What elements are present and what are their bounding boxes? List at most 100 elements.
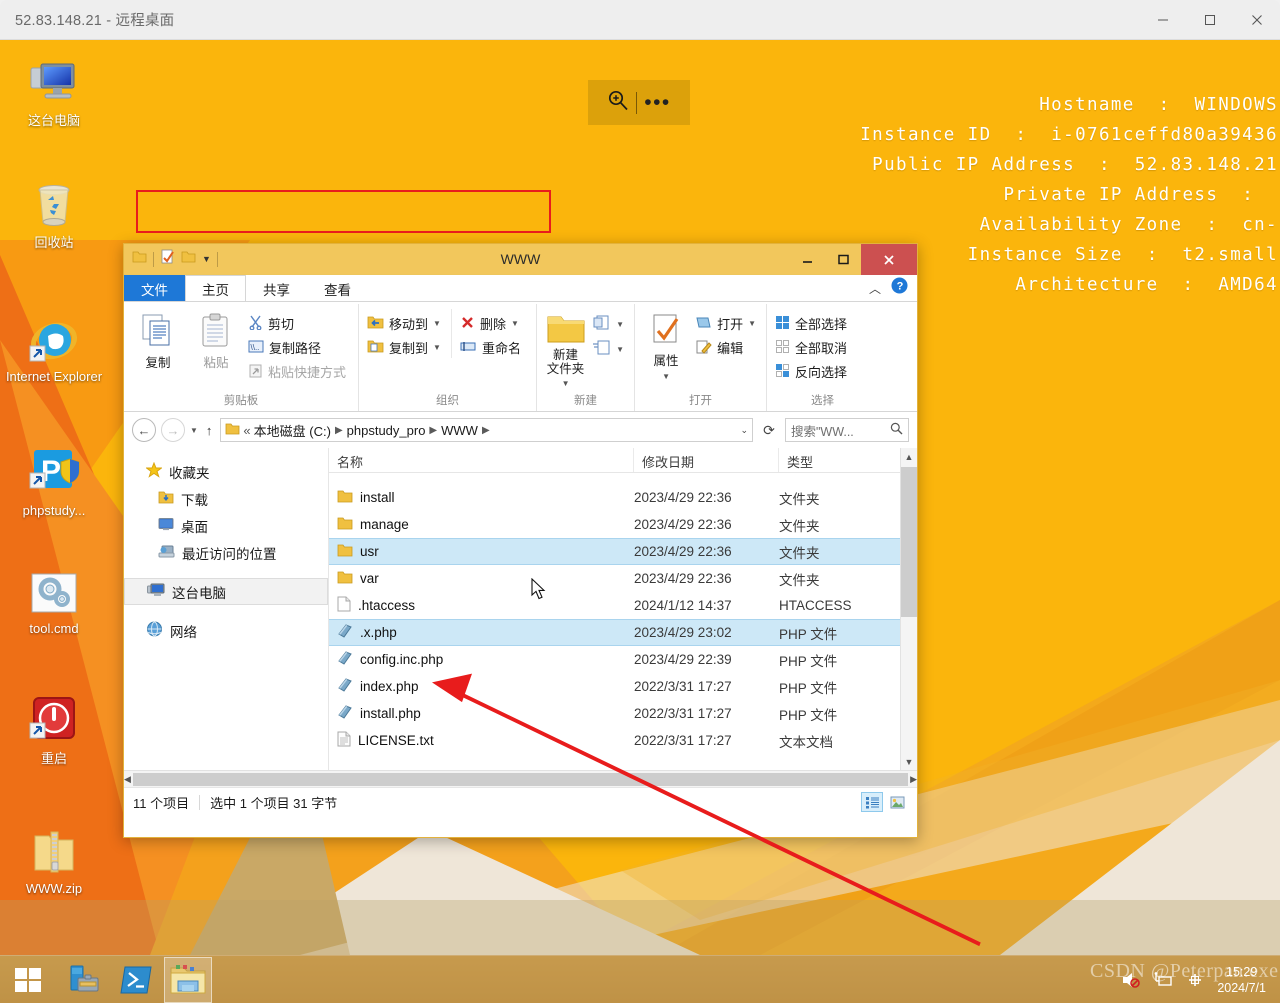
ribbon-new-folder-button[interactable]: 新建 文件夹 ▼ <box>543 309 588 388</box>
ribbon-properties-button[interactable]: 属性 ▼ <box>641 309 691 381</box>
taskbar-clock[interactable]: 15:29 2024/7/1 <box>1217 964 1270 996</box>
desktop-icon-tool-cmd[interactable]: tool.cmd <box>0 558 108 637</box>
ribbon-select-all-button[interactable]: 全部选择 <box>773 313 851 334</box>
sidebar-item-downloads[interactable]: 下载 <box>124 485 328 512</box>
ribbon-new-item-button[interactable]: ▼ <box>590 313 628 335</box>
scroll-up-arrow-icon[interactable]: ▲ <box>901 448 917 465</box>
chevron-down-icon[interactable]: ⌄ <box>740 425 748 436</box>
tab-share[interactable]: 共享 <box>246 275 307 301</box>
ime-icon[interactable] <box>1185 971 1205 989</box>
chevron-up-icon[interactable]: ︿ <box>869 280 881 297</box>
help-icon[interactable]: ? <box>891 277 908 299</box>
sidebar-item-desktop[interactable]: 桌面 <box>124 512 328 539</box>
address-overflow[interactable]: « <box>243 423 250 438</box>
address-bar-row[interactable]: ← → ▼ ↑ « 本地磁盘 (C:) ▶ phpstudy_pro ▶ WWW… <box>124 412 917 448</box>
chevron-down-icon[interactable]: ▼ <box>748 319 756 328</box>
ribbon-open-button[interactable]: 打开 ▼ <box>693 313 760 334</box>
address-dropdown[interactable]: ⌄ <box>740 425 748 436</box>
recent-locations-chevron-down-icon[interactable]: ▼ <box>190 426 198 435</box>
refresh-icon[interactable]: ⟳ <box>758 422 780 439</box>
new-properties-icon[interactable] <box>160 249 175 269</box>
vertical-scrollbar[interactable]: ▲ ▼ <box>900 448 917 770</box>
scroll-down-arrow-icon[interactable]: ▼ <box>901 753 917 770</box>
ribbon-rename-button[interactable]: 重命名 <box>458 337 525 358</box>
forward-arrow-icon[interactable]: → <box>161 418 185 442</box>
file-list-header[interactable]: 名称 修改日期 类型 <box>329 448 917 473</box>
table-row[interactable]: config.inc.php 2023/4/29 22:39 PHP 文件 <box>329 646 917 673</box>
search-input[interactable]: 搜索"WW... <box>785 418 909 442</box>
rdp-close-button[interactable] <box>1233 0 1280 40</box>
quick-access-toolbar[interactable]: ▼ <box>124 249 218 269</box>
breadcrumb-phpstudy-pro[interactable]: phpstudy_pro <box>347 423 426 438</box>
scrollbar-thumb[interactable] <box>901 467 917 617</box>
table-row[interactable]: usr 2023/4/29 22:36 文件夹 <box>329 538 917 565</box>
sidebar-item-this-pc[interactable]: 这台电脑 <box>124 578 328 605</box>
chevron-down-icon[interactable]: ▼ <box>562 379 570 388</box>
table-row[interactable]: var 2023/4/29 22:36 文件夹 <box>329 565 917 592</box>
breadcrumb-separator[interactable]: ▶ <box>334 425 344 436</box>
table-row[interactable]: install.php 2022/3/31 17:27 PHP 文件 <box>329 700 917 727</box>
desktop-icon-www-zip[interactable]: WWW.zip <box>0 818 108 897</box>
more-options-icon[interactable]: ••• <box>644 92 671 113</box>
chevron-down-icon[interactable]: ▼ <box>511 319 519 328</box>
taskbar-item-powershell[interactable] <box>112 957 160 1003</box>
ribbon-edit-button[interactable]: 编辑 <box>693 337 760 358</box>
ribbon-paste-shortcut-button[interactable]: 粘贴快捷方式 <box>246 361 350 382</box>
sidebar-item-recent-places[interactable]: 最近访问的位置 <box>124 539 328 566</box>
chevron-down-icon[interactable]: ▼ <box>616 320 624 329</box>
up-arrow-icon[interactable]: ↑ <box>203 423 216 438</box>
scroll-left-arrow-icon[interactable]: ◀ <box>124 771 131 788</box>
navigation-pane[interactable]: 收藏夹 下载 桌面 最近访问的位置 这台电脑 网络 <box>124 448 329 770</box>
ribbon-cut-button[interactable]: 剪切 <box>246 313 350 334</box>
ribbon-tabs[interactable]: 文件 主页 共享 查看 ︿ ? <box>124 275 917 302</box>
details-view-icon[interactable] <box>861 792 883 812</box>
scroll-right-arrow-icon[interactable]: ▶ <box>910 771 917 788</box>
back-arrow-icon[interactable]: ← <box>132 418 156 442</box>
tab-file[interactable]: 文件 <box>124 275 185 301</box>
ribbon-paste-button[interactable]: 粘贴 <box>188 309 244 371</box>
desktop-icon-this-pc[interactable]: 这台电脑 <box>0 50 108 129</box>
system-tray[interactable]: 15:29 2024/7/1 <box>1121 956 1280 1003</box>
explorer-minimize-button[interactable] <box>789 244 825 275</box>
breadcrumb-separator[interactable]: ▶ <box>481 425 491 436</box>
ribbon-move-to-button[interactable]: 移动到 ▼ <box>365 313 445 334</box>
new-folder-icon[interactable] <box>181 250 196 269</box>
tab-view[interactable]: 查看 <box>307 275 368 301</box>
table-row[interactable]: install 2023/4/29 22:36 文件夹 <box>329 484 917 511</box>
chevron-down-icon[interactable]: ▼ <box>433 343 441 352</box>
address-bar[interactable]: « 本地磁盘 (C:) ▶ phpstudy_pro ▶ WWW ▶ ⌄ <box>220 418 753 442</box>
ribbon-invert-selection-button[interactable]: 反向选择 <box>773 361 851 382</box>
table-row[interactable]: .htaccess 2024/1/12 14:37 HTACCESS <box>329 592 917 619</box>
volume-muted-icon[interactable] <box>1121 971 1141 989</box>
ribbon-delete-button[interactable]: 删除 ▼ <box>458 313 525 334</box>
sidebar-item-favorites[interactable]: 收藏夹 <box>124 458 328 485</box>
table-row[interactable]: LICENSE.txt 2022/3/31 17:27 文本文档 <box>329 727 917 754</box>
desktop-icon-recycle-bin[interactable]: 回收站 <box>0 172 108 251</box>
ribbon-copy-button[interactable]: 复制 <box>130 309 186 371</box>
desktop-icon-phpstudy[interactable]: P phpstudy... <box>0 440 108 519</box>
column-header-type[interactable]: 类型 <box>779 448 917 472</box>
tab-home[interactable]: 主页 <box>185 275 246 301</box>
horizontal-scrollbar[interactable]: ◀ ▶ <box>124 770 917 787</box>
scrollbar-thumb[interactable] <box>132 772 909 786</box>
chevron-down-icon[interactable]: ▼ <box>616 345 624 354</box>
breadcrumb-www[interactable]: WWW <box>441 423 478 438</box>
column-header-date[interactable]: 修改日期 <box>634 448 779 472</box>
explorer-maximize-button[interactable] <box>825 244 861 275</box>
rdp-maximize-button[interactable] <box>1186 0 1233 40</box>
file-explorer-window[interactable]: ▼ WWW 文件 主页 共享 查看 ︿ ? 复制 粘贴 剪切 \\.. 复制路径… <box>123 243 918 838</box>
ribbon-copy-path-button[interactable]: \\.. 复制路径 <box>246 337 350 358</box>
chevron-down-icon[interactable]: ▼ <box>202 254 211 264</box>
table-row[interactable]: .x.php 2023/4/29 23:02 PHP 文件 <box>329 619 917 646</box>
breadcrumb-drive[interactable]: 本地磁盘 (C:) <box>254 421 331 440</box>
search-icon[interactable] <box>890 422 903 438</box>
chevron-down-icon[interactable]: ▼ <box>433 319 441 328</box>
taskbar[interactable]: 15:29 2024/7/1 <box>0 955 1280 1003</box>
taskbar-item-server-manager[interactable] <box>60 957 108 1003</box>
network-icon[interactable] <box>1153 971 1173 989</box>
file-list-pane[interactable]: 名称 修改日期 类型 install 2023/4/29 22:36 文件夹 m… <box>329 448 917 770</box>
breadcrumb-separator[interactable]: ▶ <box>428 425 438 436</box>
ribbon-easy-access-button[interactable]: ▼ <box>590 338 628 360</box>
desktop-icon-internet-explorer[interactable]: e Internet Explorer <box>0 306 108 385</box>
large-icons-view-icon[interactable] <box>886 792 908 812</box>
